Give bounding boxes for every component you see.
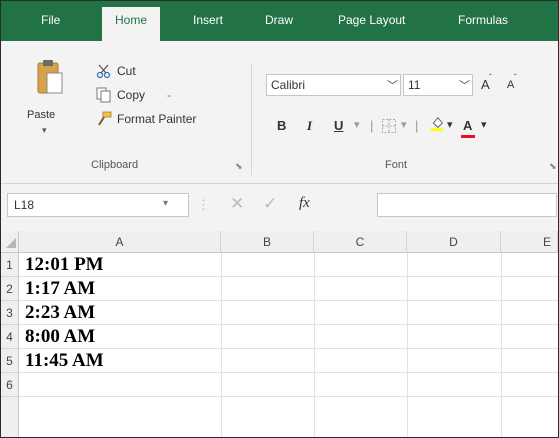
font-size-value: 11 [408, 78, 421, 92]
formula-divider-icon: ⋮ [197, 197, 210, 212]
fill-color-dropdown-icon[interactable]: ▾ [447, 118, 453, 131]
row-header[interactable]: 1 [1, 253, 19, 277]
chevron-down-icon[interactable]: ﹀ [387, 77, 398, 93]
insert-function-button[interactable]: fx [299, 195, 310, 212]
font-launcher-icon[interactable]: ⬊ [549, 161, 557, 172]
underline-dropdown-icon[interactable]: ▾ [354, 118, 360, 131]
column-header-e[interactable]: E [501, 231, 558, 253]
row-header[interactable]: 5 [1, 349, 19, 373]
tab-insert[interactable]: Insert [193, 13, 223, 27]
format-painter-icon [98, 111, 112, 126]
column-header-a[interactable]: A [19, 231, 221, 253]
font-name-value: Calibri [271, 78, 306, 92]
cell-a4[interactable]: 8:00 AM [25, 325, 95, 349]
clipboard-group-label: Clipboard [91, 159, 139, 171]
format-painter-label: Format Painter [117, 112, 197, 126]
row-header[interactable]: 4 [1, 325, 19, 349]
copy-dropdown-icon[interactable]: - [167, 88, 171, 102]
bold-button[interactable]: B [277, 118, 286, 133]
row-header[interactable]: 6 [1, 373, 19, 397]
borders-dropdown-icon[interactable]: ▾ [401, 118, 407, 131]
ribbon-home [1, 41, 558, 181]
name-box-dropdown-icon[interactable]: ▾ [163, 198, 168, 209]
enter-icon[interactable]: ✓ [263, 194, 277, 214]
font-group-label: Font [385, 159, 408, 171]
copy-label: Copy [117, 88, 146, 102]
clipboard-launcher-icon[interactable]: ⬊ [235, 161, 243, 172]
ribbon-tab-bar: File Home Insert Draw Page Layout Formul… [1, 1, 558, 41]
tab-formulas[interactable]: Formulas [458, 13, 508, 27]
underline-button[interactable]: U [334, 118, 343, 133]
cell-a3[interactable]: 2:23 AM [25, 301, 95, 325]
cell-a5[interactable]: 11:45 AM [25, 349, 104, 373]
cell-a1[interactable]: 12:01 PM [25, 253, 104, 277]
table-row: 1:17 AM [19, 277, 558, 301]
cell-a2[interactable]: 1:17 AM [25, 277, 95, 301]
font-color-bar [461, 135, 475, 138]
select-all-icon [6, 238, 16, 248]
font-color-dropdown-icon[interactable]: ▾ [481, 118, 487, 131]
tab-page-layout[interactable]: Page Layout [338, 13, 405, 27]
table-row: 12:01 PM [19, 253, 558, 277]
select-all-corner[interactable] [1, 231, 19, 253]
table-row: 8:00 AM [19, 325, 558, 349]
row-header[interactable]: 3 [1, 301, 19, 325]
table-row: 11:45 AM [19, 349, 558, 373]
group-divider [251, 63, 252, 175]
grow-font-caret-icon: ˆ [489, 73, 492, 82]
row-header-blank [1, 397, 19, 437]
separator-icon: | [415, 118, 419, 133]
font-color-button[interactable]: A [463, 118, 472, 133]
paste-icon [37, 60, 63, 94]
table-row [19, 373, 558, 397]
chevron-down-icon[interactable]: ﹀ [459, 77, 470, 93]
tab-file[interactable]: File [41, 13, 60, 27]
excel-window: File Home Insert Draw Page Layout Formul… [0, 0, 559, 438]
name-box[interactable]: L18 [7, 193, 189, 217]
borders-icon[interactable] [381, 118, 397, 134]
cut-label: Cut [117, 64, 136, 78]
italic-button[interactable]: I [307, 118, 312, 134]
column-header-d[interactable]: D [407, 231, 501, 253]
column-header-b[interactable]: B [221, 231, 314, 253]
paste-label: Paste [27, 109, 56, 121]
cancel-icon[interactable]: ✕ [230, 194, 244, 214]
fill-color-icon[interactable] [429, 115, 445, 131]
formula-input[interactable] [377, 193, 557, 217]
font-name-select[interactable]: Calibri [266, 74, 401, 96]
separator-icon: | [370, 118, 374, 133]
column-header-c[interactable]: C [314, 231, 407, 253]
paste-dropdown-icon: ▾ [42, 125, 47, 135]
table-row: 2:23 AM [19, 301, 558, 325]
scissors-icon [96, 64, 111, 79]
tab-home[interactable]: Home [102, 7, 161, 41]
name-box-value: L18 [14, 198, 35, 212]
copy-icon [96, 87, 111, 103]
tab-draw[interactable]: Draw [265, 13, 293, 27]
shrink-font-caret-icon: ˇ [514, 73, 517, 82]
row-header[interactable]: 2 [1, 277, 19, 301]
